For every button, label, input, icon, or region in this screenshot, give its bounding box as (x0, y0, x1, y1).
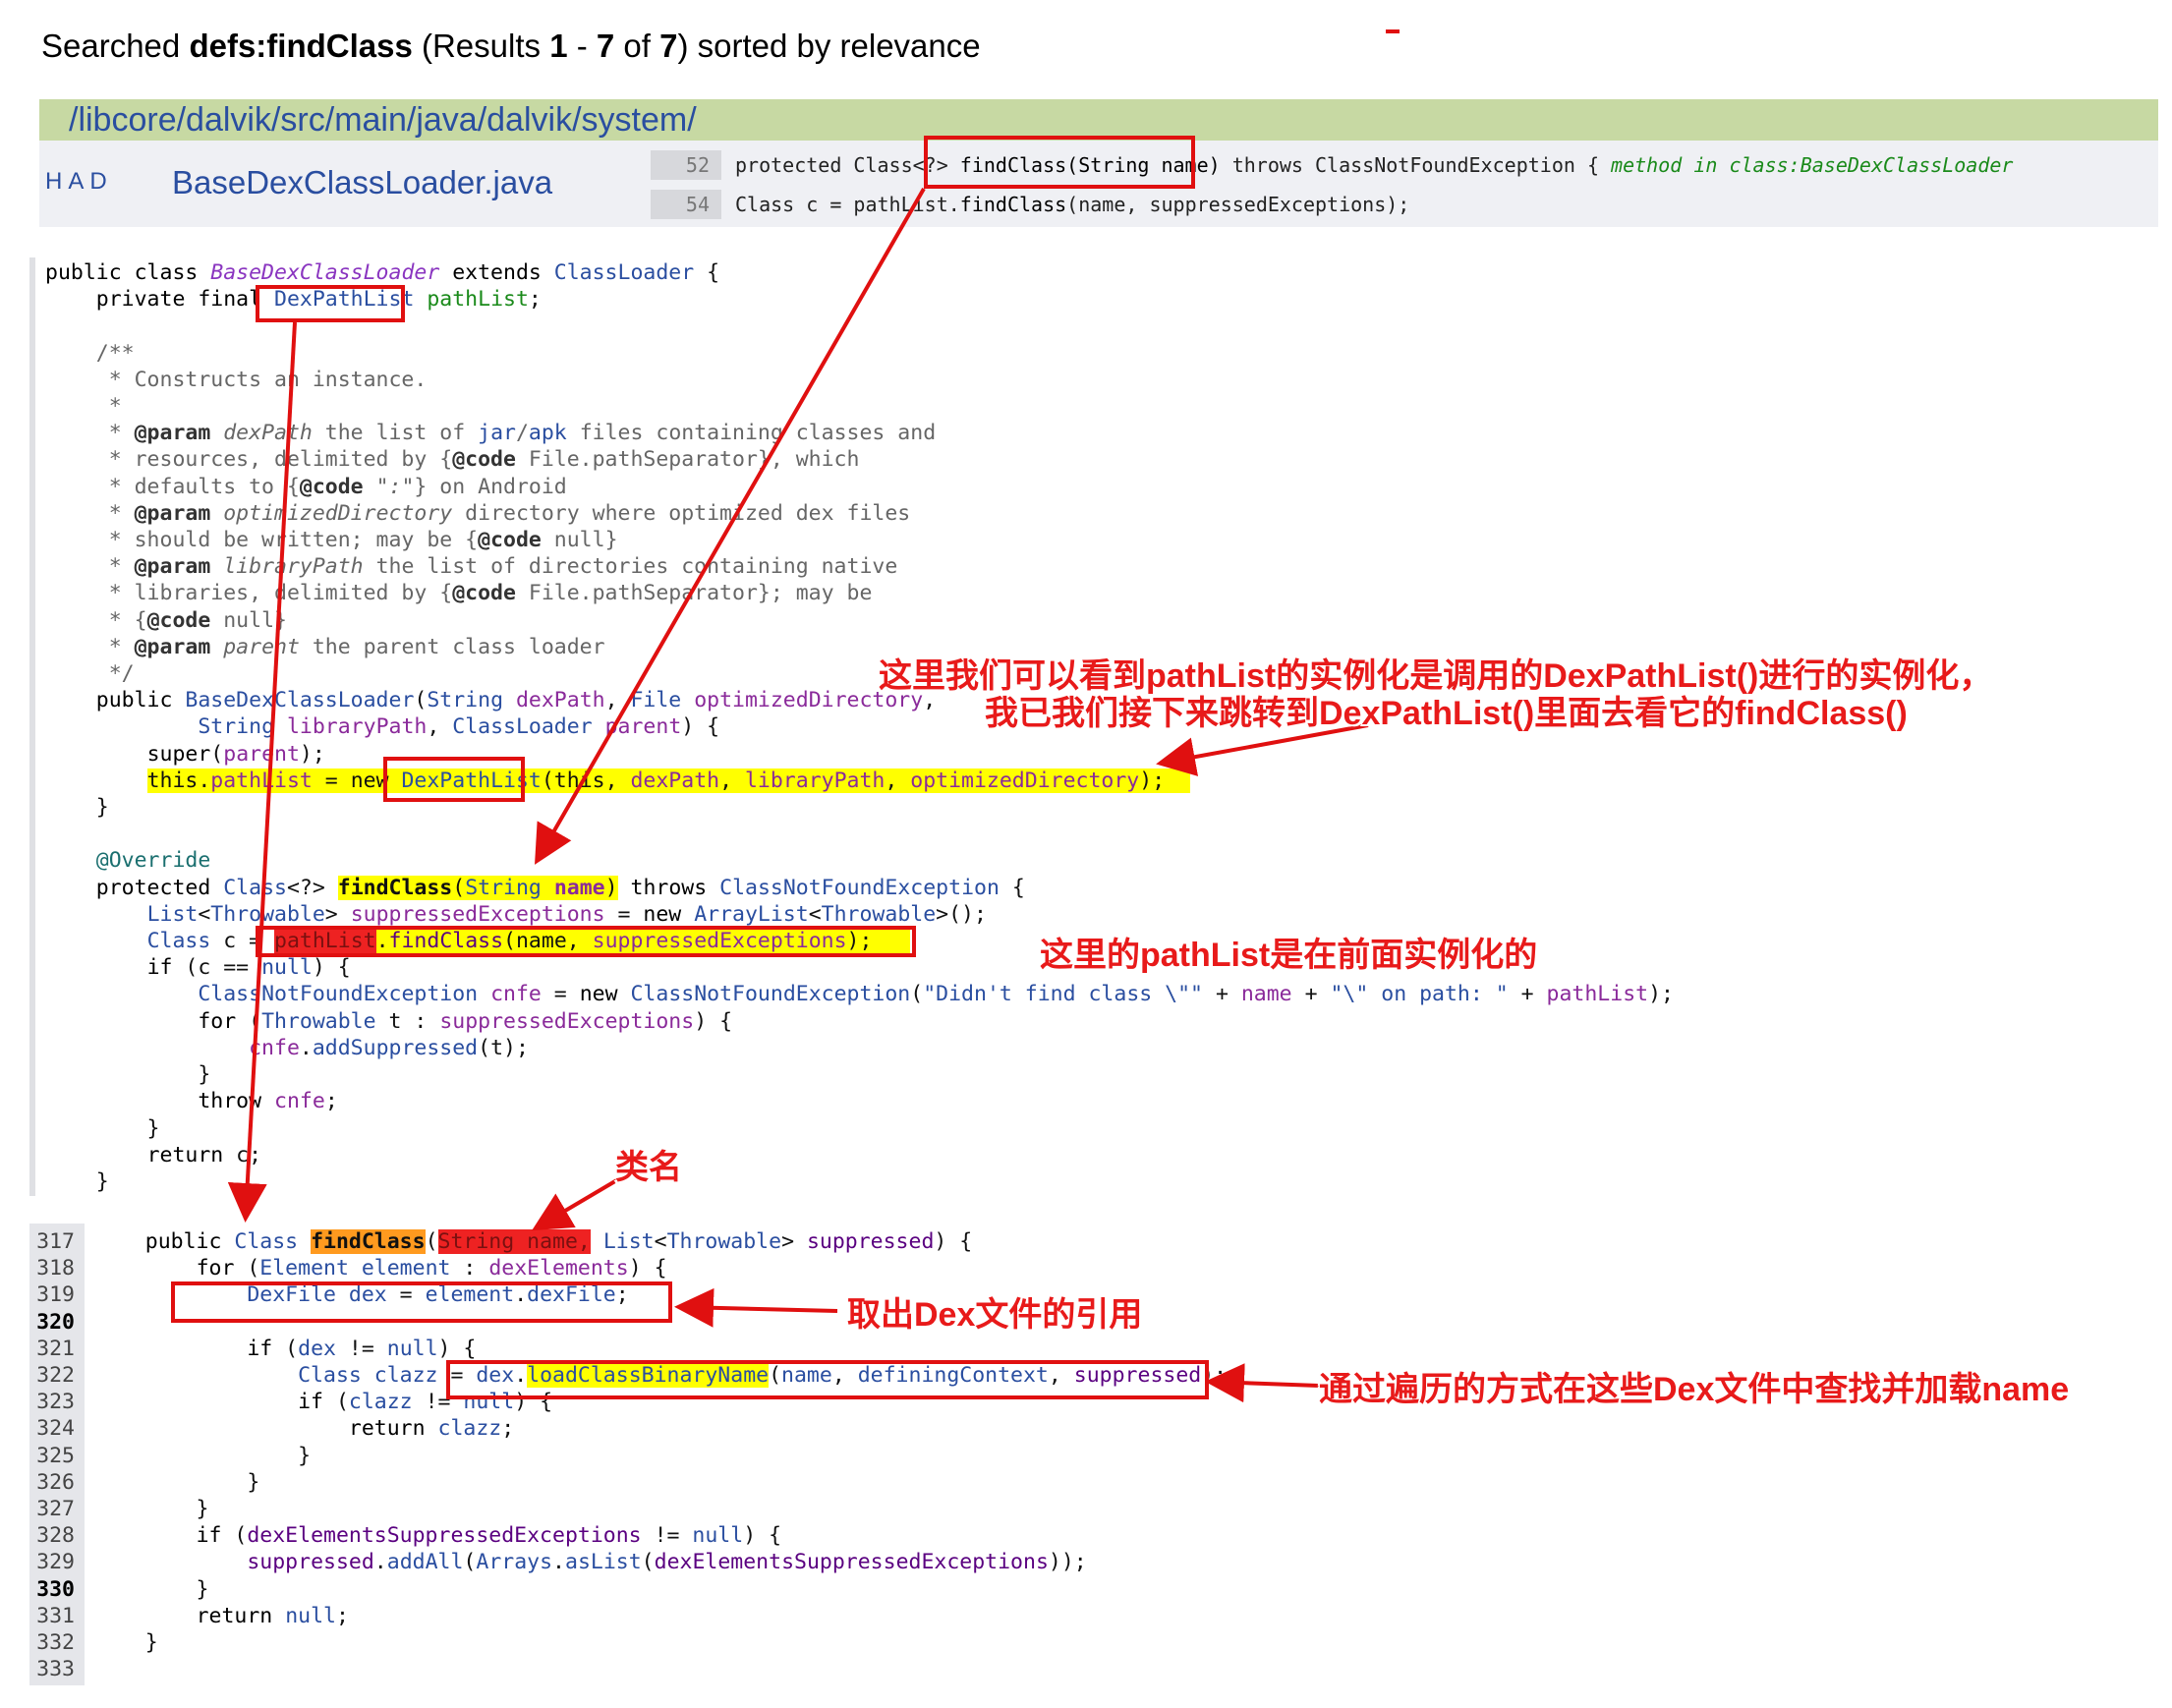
file-actions-links[interactable]: HAD (45, 168, 113, 196)
result-line[interactable]: 54 Class c = pathList.findClass(name, sup… (651, 190, 2125, 219)
note-dexfile-reference: 取出Dex文件的引用 (847, 1296, 1143, 1334)
arrow-loadclass (1205, 1363, 1320, 1403)
note-pathlist-earlier: 这里的pathList是在前面实例化的 (1040, 937, 1538, 974)
note-classname: 类名 (615, 1149, 682, 1186)
search-query: defs:findClass (189, 28, 413, 64)
code-margin (29, 257, 35, 1196)
red-mark (1386, 29, 1400, 33)
directory-link[interactable]: /libcore/dalvik/src/main/java/dalvik/sys… (69, 101, 697, 140)
file-link[interactable]: BaseDexClassLoader.java (172, 164, 552, 201)
search-summary: Searched defs:findClass (Results 1 - 7 o… (41, 28, 981, 64)
directory-bar: /libcore/dalvik/src/main/java/dalvik/sys… (39, 99, 2158, 141)
note-jump-to-dexpathlist: 我已我们接下来跳转到DexPathList()里面去看它的findClass() (985, 695, 1908, 732)
result-line[interactable]: 52 protected Class<?> findClass(String na… (651, 150, 2125, 180)
search-result-row: HAD BaseDexClassLoader.java 52 protected … (39, 141, 2158, 227)
note-iterate-load: 通过遍历的方式在这些Dex文件中查找并加载name (1319, 1371, 2070, 1408)
